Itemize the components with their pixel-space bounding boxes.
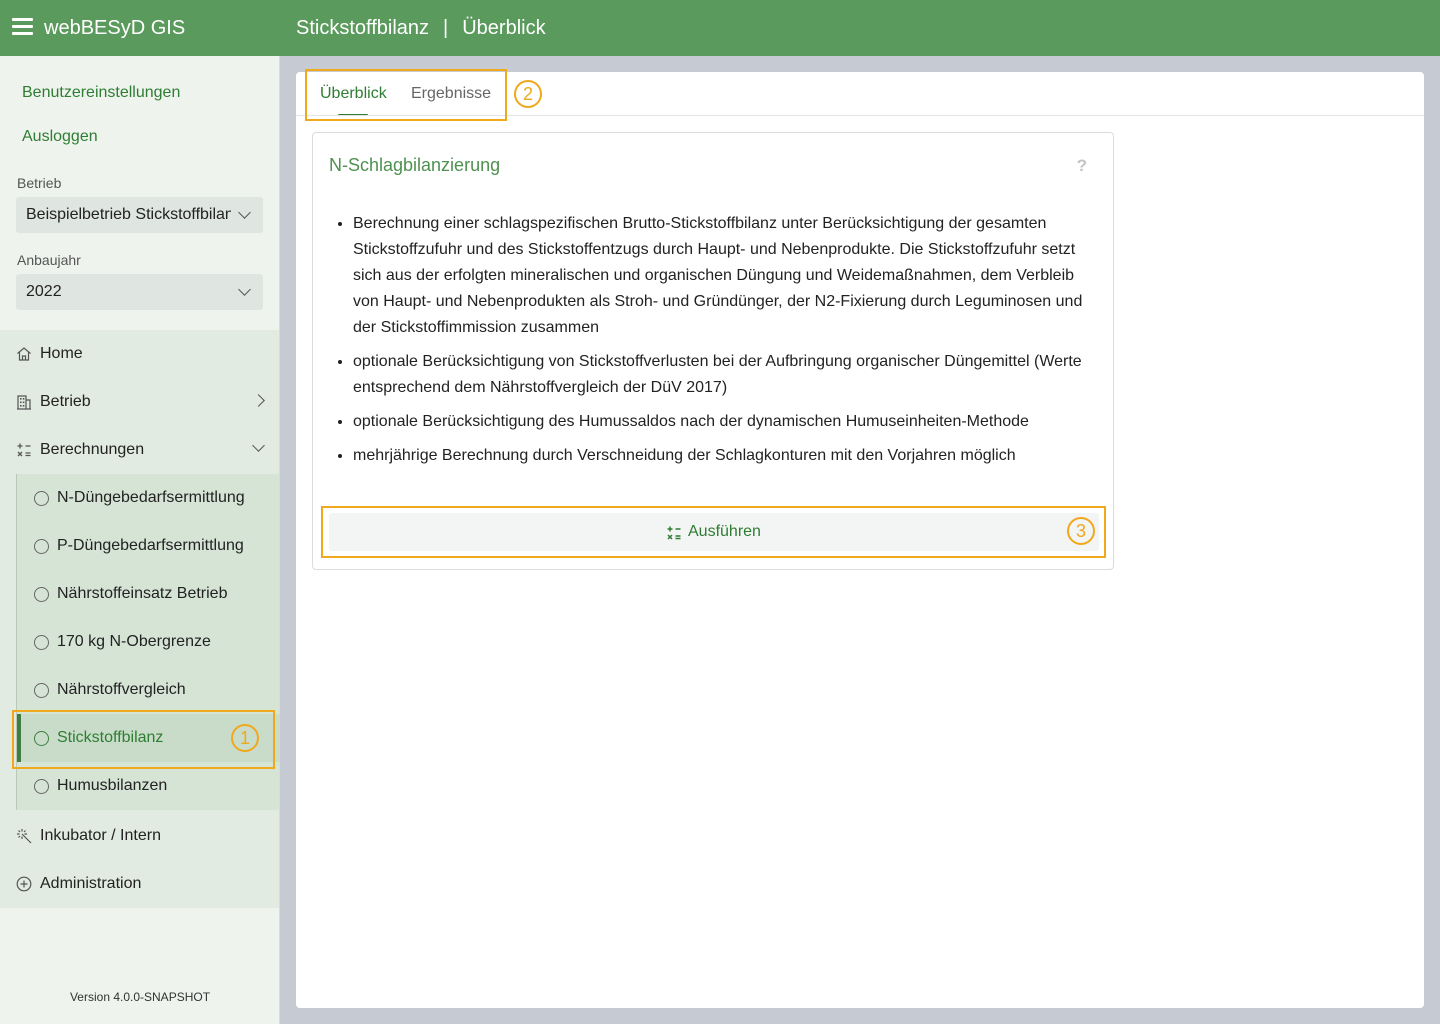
breadcrumb-page: Überblick xyxy=(462,17,546,39)
annotation-number-2: 2 xyxy=(514,80,542,108)
annotation-number-3: 3 xyxy=(1067,517,1095,545)
nav-item-betrieb[interactable]: Betrieb xyxy=(0,378,279,426)
list-item: mehrjährige Berechnung durch Verschneidu… xyxy=(353,443,1088,469)
list-item: optionale Berücksichtigung des Humussald… xyxy=(353,409,1088,435)
circle-icon xyxy=(34,587,49,602)
menu-icon[interactable] xyxy=(12,18,33,36)
nav-item-label: Berechnungen xyxy=(40,441,145,458)
sub-item-naehrstoffeinsatz[interactable]: Nährstoffeinsatz Betrieb xyxy=(17,570,280,618)
sub-item-humusbilanzen[interactable]: Humusbilanzen xyxy=(17,762,280,810)
user-settings-link[interactable]: Benutzereinstellungen xyxy=(22,84,180,102)
annotation-number-1: 1 xyxy=(231,724,259,752)
building-icon xyxy=(17,395,31,410)
anbaujahr-select-value: 2022 xyxy=(26,283,62,300)
list-item: Berechnung einer schlagspezifischen Brut… xyxy=(353,211,1088,341)
sub-item-170kg-obergrenze[interactable]: 170 kg N-Obergrenze xyxy=(17,618,280,666)
nav-item-home[interactable]: Home xyxy=(0,330,279,378)
sub-item-label: 170 kg N-Obergrenze xyxy=(57,633,211,650)
circle-icon xyxy=(34,539,49,554)
sub-item-label: Nährstoffeinsatz Betrieb xyxy=(57,585,228,602)
betrieb-select[interactable]: Beispielbetrieb Stickstoffbilanz xyxy=(16,197,263,233)
panel-title: N-Schlagbilanzierung xyxy=(329,155,501,175)
sub-item-p-duengebedarf[interactable]: P-Düngebedarfsermittlung xyxy=(17,522,280,570)
anbaujahr-select[interactable]: 2022 xyxy=(16,274,263,310)
sub-item-naehrstoffvergleich[interactable]: Nährstoffvergleich xyxy=(17,666,280,714)
n-schlagbilanzierung-panel: N-Schlagbilanzierung ? Berechnung einer … xyxy=(312,132,1114,570)
annotation-box-3 xyxy=(321,506,1106,558)
top-bar: webBESyD GIS Stickstoffbilanz | Überblick xyxy=(0,0,1440,56)
app-title: webBESyD GIS xyxy=(44,17,186,39)
nav-item-label: Home xyxy=(40,345,83,362)
nav-item-label: Inkubator / Intern xyxy=(40,827,161,844)
sub-item-label: Nährstoffvergleich xyxy=(57,681,186,698)
logout-link[interactable]: Ausloggen xyxy=(22,128,98,146)
chevron-down-icon xyxy=(238,206,251,219)
betrieb-label: Betrieb xyxy=(17,175,62,191)
sub-item-n-duengebedarf[interactable]: N-Düngebedarfsermittlung xyxy=(17,474,280,522)
magic-wand-icon xyxy=(17,829,32,844)
anbaujahr-label: Anbaujahr xyxy=(17,252,81,268)
sub-item-label: P-Düngebedarfsermittlung xyxy=(57,537,244,554)
calculator-icon xyxy=(17,443,31,457)
list-item: optionale Berücksichtigung von Stickstof… xyxy=(353,349,1088,401)
circle-icon xyxy=(34,683,49,698)
sidebar: Benutzereinstellungen Ausloggen Betrieb … xyxy=(0,56,280,1024)
chevron-down-icon xyxy=(252,439,265,452)
chevron-right-icon xyxy=(252,394,265,407)
home-icon xyxy=(17,347,31,361)
breadcrumb: Stickstoffbilanz | Überblick xyxy=(296,16,546,40)
circle-icon xyxy=(34,779,49,794)
help-icon[interactable]: ? xyxy=(1077,156,1087,176)
feature-list: Berechnung einer schlagspezifischen Brut… xyxy=(353,211,1088,477)
nav-item-berechnungen[interactable]: Berechnungen xyxy=(0,426,279,474)
nav-item-label: Betrieb xyxy=(40,393,91,410)
sub-item-label: Humusbilanzen xyxy=(57,777,168,794)
circle-icon xyxy=(34,635,49,650)
breadcrumb-separator: | xyxy=(443,17,449,39)
betrieb-select-value: Beispielbetrieb Stickstoffbilanz xyxy=(26,206,231,223)
chevron-down-icon xyxy=(238,283,251,296)
nav-item-administration[interactable]: Administration xyxy=(0,860,279,908)
version-label: Version 4.0.0-SNAPSHOT xyxy=(69,990,211,1004)
plus-circle-icon xyxy=(16,876,32,892)
circle-icon xyxy=(34,491,49,506)
annotation-box-2 xyxy=(305,69,507,121)
nav-item-label: Administration xyxy=(40,875,142,892)
sub-item-label: N-Düngebedarfsermittlung xyxy=(57,489,245,506)
nav-item-inkubator[interactable]: Inkubator / Intern xyxy=(0,812,279,860)
main-nav: Home Betrieb Berechnungen N-Düngebedarfs… xyxy=(0,330,280,908)
breadcrumb-section: Stickstoffbilanz xyxy=(296,17,430,39)
